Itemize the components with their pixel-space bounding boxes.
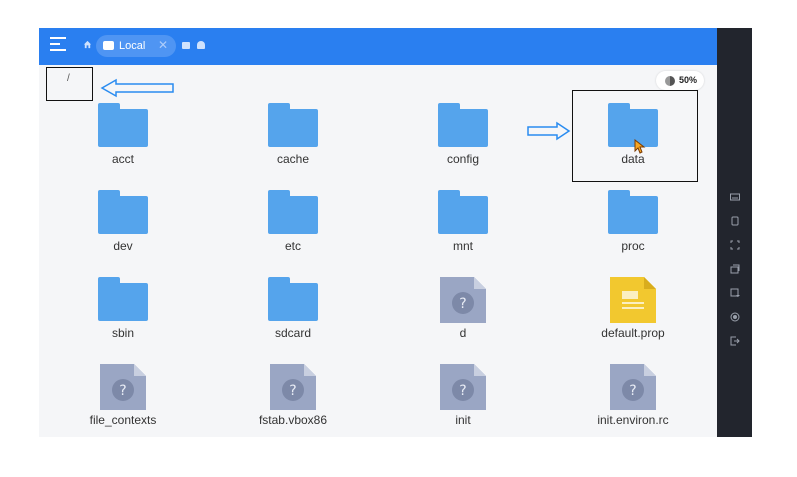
window-icon[interactable]: [182, 42, 190, 49]
unknown-file-icon: ?: [610, 364, 656, 410]
file-item[interactable]: acct: [63, 103, 183, 187]
folder-icon: [438, 190, 488, 234]
file-item[interactable]: ? file_contexts: [63, 364, 183, 437]
folder-icon: [268, 190, 318, 234]
file-item-label: etc: [284, 239, 301, 253]
file-item-label: mnt: [452, 239, 473, 253]
record-icon[interactable]: [730, 312, 740, 322]
file-item-label: fstab.vbox86: [258, 413, 328, 427]
fullscreen-icon[interactable]: [730, 240, 740, 250]
file-item[interactable]: dev: [63, 190, 183, 274]
tab-label: Local: [119, 40, 146, 52]
svg-text:?: ?: [629, 383, 636, 399]
file-item[interactable]: sbin: [63, 277, 183, 361]
folder-icon: [608, 190, 658, 234]
file-item[interactable]: default.prop: [573, 277, 693, 361]
folder-icon: [98, 103, 148, 147]
file-item-label: d: [459, 326, 467, 340]
file-item[interactable]: mnt: [403, 190, 523, 274]
folder-icon: [98, 190, 148, 234]
file-item[interactable]: ? init.environ.rc: [573, 364, 693, 437]
file-item-label: acct: [111, 152, 134, 166]
file-item-label: dev: [113, 239, 133, 253]
tab-local[interactable]: Local ✕: [96, 35, 176, 57]
file-item-label: cache: [276, 152, 310, 166]
screenshot-icon[interactable]: [730, 288, 740, 298]
storage-badge[interactable]: 50%: [656, 71, 704, 90]
menu-icon[interactable]: [50, 37, 66, 53]
file-item[interactable]: sdcard: [233, 277, 353, 361]
tablet-icon: [103, 41, 114, 50]
svg-text:?: ?: [289, 383, 296, 399]
exit-icon[interactable]: [730, 336, 740, 346]
storage-percent: 50%: [679, 75, 698, 85]
unknown-file-icon: ?: [270, 364, 316, 410]
home-icon[interactable]: [83, 40, 92, 49]
file-item[interactable]: proc: [573, 190, 693, 274]
file-item-label: init.environ.rc: [597, 413, 669, 427]
file-item-label: sbin: [111, 326, 134, 340]
file-item-label: sdcard: [274, 326, 312, 340]
folder-icon: [98, 277, 148, 321]
top-bar: Local ✕: [39, 28, 717, 65]
file-item[interactable]: ? init: [403, 364, 523, 437]
annotation-box-data: [572, 90, 698, 182]
emulator-side-toolbar: [717, 28, 752, 437]
file-item-label: file_contexts: [89, 413, 157, 427]
multi-window-icon[interactable]: [730, 264, 740, 274]
folder-icon: [438, 103, 488, 147]
file-item[interactable]: cache: [233, 103, 353, 187]
file-item[interactable]: ? d: [403, 277, 523, 361]
shake-icon[interactable]: [730, 216, 740, 226]
file-item[interactable]: config: [403, 103, 523, 187]
file-item-label: init: [455, 413, 471, 427]
unknown-file-icon: ?: [440, 277, 486, 323]
annotation-box-path: [46, 67, 93, 101]
unknown-file-icon: ?: [100, 364, 146, 410]
folder-icon: [268, 103, 318, 147]
unknown-file-icon: ?: [440, 364, 486, 410]
mouse-cursor-icon: [634, 139, 646, 154]
svg-text:?: ?: [119, 383, 126, 399]
file-item-label: config: [446, 152, 480, 166]
file-item[interactable]: ? fstab.vbox86: [233, 364, 353, 437]
keyboard-icon[interactable]: [730, 192, 740, 202]
arrow-left-outline-icon: [100, 78, 174, 98]
text-file-icon: [610, 277, 656, 323]
cloud-icon[interactable]: [197, 41, 205, 49]
file-item-label: proc: [621, 239, 645, 253]
pie-chart-icon: [665, 76, 675, 86]
svg-text:?: ?: [459, 383, 466, 399]
file-item[interactable]: etc: [233, 190, 353, 274]
svg-text:?: ?: [459, 296, 466, 312]
close-icon[interactable]: ✕: [158, 38, 168, 52]
arrow-right-outline-icon: [527, 121, 571, 141]
file-item-label: default.prop: [601, 326, 665, 340]
folder-icon: [268, 277, 318, 321]
